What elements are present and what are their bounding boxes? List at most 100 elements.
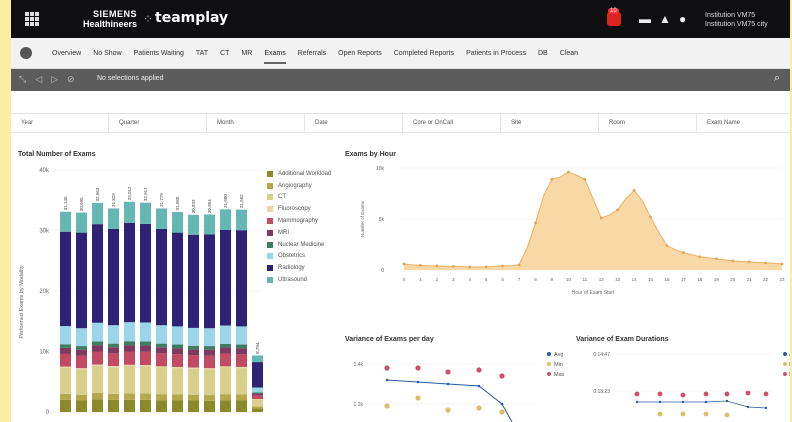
data-point[interactable]: [731, 259, 735, 263]
bar-segment[interactable]: [140, 366, 151, 394]
bar-segment[interactable]: [124, 201, 135, 223]
tab-patients-in-process[interactable]: Patients in Process: [466, 38, 526, 69]
tab-db[interactable]: DB: [538, 38, 548, 69]
legend-item[interactable]: Additional Workload: [267, 168, 331, 180]
bar-segment[interactable]: [220, 353, 231, 367]
data-point[interactable]: [764, 261, 767, 265]
bar-segment[interactable]: [236, 344, 247, 349]
bar-segment[interactable]: [108, 366, 119, 368]
bar-segment[interactable]: [76, 400, 87, 412]
data-point[interactable]: [416, 380, 420, 384]
bar-segment[interactable]: [156, 353, 167, 367]
filter-month[interactable]: Month: [207, 114, 305, 132]
warning-icon[interactable]: ▲: [659, 12, 671, 26]
data-point[interactable]: [566, 170, 570, 174]
bar-segment[interactable]: [124, 351, 135, 365]
tab-overview[interactable]: Overview: [52, 38, 81, 69]
data-point[interactable]: [476, 367, 482, 373]
bar-segment[interactable]: [60, 347, 71, 354]
bar-segment[interactable]: [156, 366, 167, 368]
bar-segment[interactable]: [92, 341, 103, 346]
bar-segment[interactable]: [156, 208, 167, 229]
bar-segment[interactable]: [108, 208, 119, 229]
variance-exams-per-day-chart[interactable]: 1.4k 1.2k Avg Min Max: [342, 342, 567, 422]
bar-segment[interactable]: [220, 229, 231, 326]
bar-segment[interactable]: [236, 400, 247, 412]
tab-patients-waiting[interactable]: Patients Waiting: [134, 38, 184, 69]
bar-segment[interactable]: [108, 393, 119, 400]
bar-segment[interactable]: [140, 393, 151, 400]
bar-segment[interactable]: [156, 228, 167, 326]
bar-segment[interactable]: [204, 234, 215, 329]
data-point[interactable]: [477, 384, 481, 388]
data-point[interactable]: [665, 244, 669, 247]
data-point[interactable]: [635, 400, 639, 404]
bar-segment[interactable]: [204, 369, 215, 396]
tab-mr[interactable]: MR: [241, 38, 252, 69]
bar-segment[interactable]: [188, 214, 199, 235]
notification-icon[interactable]: [607, 12, 621, 26]
bar-segment[interactable]: [92, 392, 103, 400]
data-point[interactable]: [451, 265, 455, 268]
legend-item[interactable]: Mammography: [267, 215, 331, 227]
data-point[interactable]: [703, 391, 709, 397]
bar-segment[interactable]: [76, 328, 87, 347]
bar-segment[interactable]: [252, 408, 263, 412]
bar-segment[interactable]: [60, 399, 71, 412]
data-point[interactable]: [780, 262, 784, 266]
tab-tat[interactable]: TAT: [196, 38, 208, 69]
data-point[interactable]: [499, 373, 505, 379]
bar-segment[interactable]: [76, 346, 87, 350]
bar-segment[interactable]: [140, 351, 151, 366]
bar-segment[interactable]: [156, 325, 167, 344]
bar-segment[interactable]: [172, 232, 183, 327]
filter-core-or-oncall[interactable]: Core or OnCall: [403, 114, 501, 132]
bar-segment[interactable]: [236, 230, 247, 327]
bar-segment[interactable]: [108, 343, 119, 348]
data-point[interactable]: [747, 260, 751, 264]
data-point[interactable]: [499, 409, 505, 415]
bar-segment[interactable]: [108, 228, 119, 326]
bar-segment[interactable]: [156, 367, 167, 395]
bar-segment[interactable]: [92, 365, 103, 393]
bar-segment[interactable]: [92, 351, 103, 365]
bar-segment[interactable]: [252, 406, 263, 409]
bar-segment[interactable]: [252, 387, 263, 393]
bar-segment[interactable]: [220, 343, 231, 348]
data-point[interactable]: [634, 391, 640, 397]
chat-icon[interactable]: ▬: [639, 12, 651, 26]
bar-segment[interactable]: [108, 353, 119, 367]
bar-segment[interactable]: [236, 368, 247, 395]
back-icon[interactable]: ◁: [35, 74, 42, 85]
bar-segment[interactable]: [156, 400, 167, 412]
bar-segment[interactable]: [124, 341, 135, 346]
bar-segment[interactable]: [172, 366, 183, 369]
data-point[interactable]: [517, 263, 521, 267]
forward-icon[interactable]: ▷: [51, 74, 58, 85]
bar-segment[interactable]: [124, 364, 135, 367]
bar-segment[interactable]: [252, 362, 263, 388]
tab-completed-reports[interactable]: Completed Reports: [394, 38, 454, 69]
data-point[interactable]: [704, 400, 708, 404]
data-point[interactable]: [649, 215, 652, 219]
bar-segment[interactable]: [60, 353, 71, 367]
data-point[interactable]: [657, 411, 663, 417]
data-point[interactable]: [402, 262, 406, 266]
bar-segment[interactable]: [252, 395, 263, 399]
bar-segment[interactable]: [204, 214, 215, 235]
institution-info[interactable]: Institution VM75 Institution VM75 city: [705, 11, 768, 29]
bar-segment[interactable]: [220, 366, 231, 368]
bar-segment[interactable]: [188, 349, 199, 356]
filter-year[interactable]: Year: [11, 114, 109, 132]
bar-segment[interactable]: [76, 369, 87, 395]
bar-segment[interactable]: [76, 394, 87, 401]
bar-segment[interactable]: [252, 399, 263, 407]
bar-segment[interactable]: [172, 212, 183, 233]
bar-segment[interactable]: [108, 367, 119, 394]
data-point[interactable]: [468, 265, 472, 269]
data-point[interactable]: [500, 402, 504, 406]
data-point[interactable]: [583, 177, 587, 181]
selection-lasso-icon[interactable]: ⤡: [19, 74, 26, 85]
bar-segment[interactable]: [60, 344, 71, 348]
data-point[interactable]: [632, 189, 636, 192]
